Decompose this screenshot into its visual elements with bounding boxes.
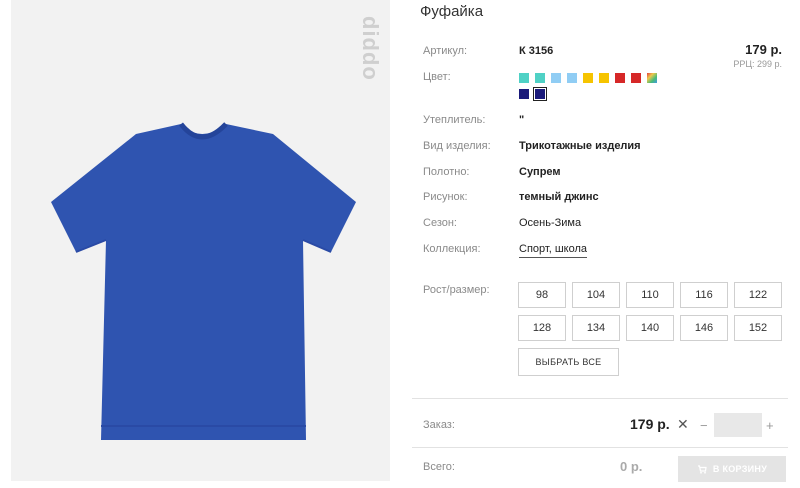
pattern-label: Рисунок: [423, 191, 468, 203]
season-value: Осень-Зима [519, 217, 582, 229]
size-option[interactable]: 140 [626, 315, 674, 341]
select-all-sizes-button[interactable]: ВЫБРАТЬ ВСЕ [518, 348, 619, 376]
color-swatch[interactable] [519, 73, 529, 83]
quantity-input[interactable] [714, 413, 762, 437]
decrement-button[interactable]: − [700, 418, 708, 433]
size-option[interactable]: 104 [572, 282, 620, 308]
size-option[interactable]: 146 [680, 315, 728, 341]
recommended-retail-price: РРЦ: 299 р. [733, 59, 782, 69]
collection-label: Коллекция: [423, 243, 481, 255]
article-value: К 3156 [519, 45, 554, 57]
type-label: Вид изделия: [423, 140, 491, 152]
order-price: 179 р. [630, 416, 670, 432]
insulation-label: Утеплитель: [423, 114, 486, 126]
color-swatch[interactable] [631, 73, 641, 83]
total-value: 0 р. [620, 459, 643, 474]
increment-button[interactable]: + [766, 418, 774, 433]
fabric-value: Супрем [519, 166, 561, 178]
size-option[interactable]: 152 [734, 315, 782, 341]
color-swatch-selected[interactable] [533, 87, 547, 101]
product-image[interactable] [41, 122, 361, 452]
article-label: Артикул: [423, 45, 468, 57]
product-price: 179 р. [745, 42, 782, 57]
product-title: Фуфайка [420, 3, 484, 20]
type-value: Трикотажные изделия [519, 140, 641, 152]
color-swatch[interactable] [535, 73, 545, 83]
size-option[interactable]: 122 [734, 282, 782, 308]
insulation-value: " [519, 114, 525, 126]
close-icon[interactable]: ✕ [677, 416, 689, 433]
collection-link[interactable]: Спорт, школа [519, 243, 587, 258]
divider [412, 447, 788, 448]
pattern-value: темный джинс [519, 191, 599, 203]
color-swatch[interactable] [519, 89, 529, 99]
size-option[interactable]: 116 [680, 282, 728, 308]
color-swatch[interactable] [615, 73, 625, 83]
divider [412, 398, 788, 399]
cart-button-label: В КОРЗИНУ [712, 464, 768, 474]
size-option[interactable]: 110 [626, 282, 674, 308]
total-label: Всего: [423, 461, 455, 473]
cart-icon [697, 465, 707, 474]
size-option[interactable]: 128 [518, 315, 566, 341]
size-option[interactable]: 134 [572, 315, 620, 341]
season-label: Сезон: [423, 217, 457, 229]
color-swatch[interactable] [647, 73, 657, 83]
size-label: Рост/размер: [423, 284, 490, 296]
add-to-cart-button[interactable]: В КОРЗИНУ [678, 456, 786, 482]
fabric-label: Полотно: [423, 166, 470, 178]
color-swatch[interactable] [583, 73, 593, 83]
color-swatch[interactable] [567, 73, 577, 83]
color-swatch[interactable] [551, 73, 561, 83]
size-option[interactable]: 98 [518, 282, 566, 308]
order-label: Заказ: [423, 419, 455, 431]
color-swatch[interactable] [599, 73, 609, 83]
product-image-area[interactable]: diddo [11, 0, 390, 481]
brand-watermark: diddo [358, 16, 385, 102]
color-label: Цвет: [423, 71, 451, 83]
brand-text: diddo [358, 16, 383, 81]
